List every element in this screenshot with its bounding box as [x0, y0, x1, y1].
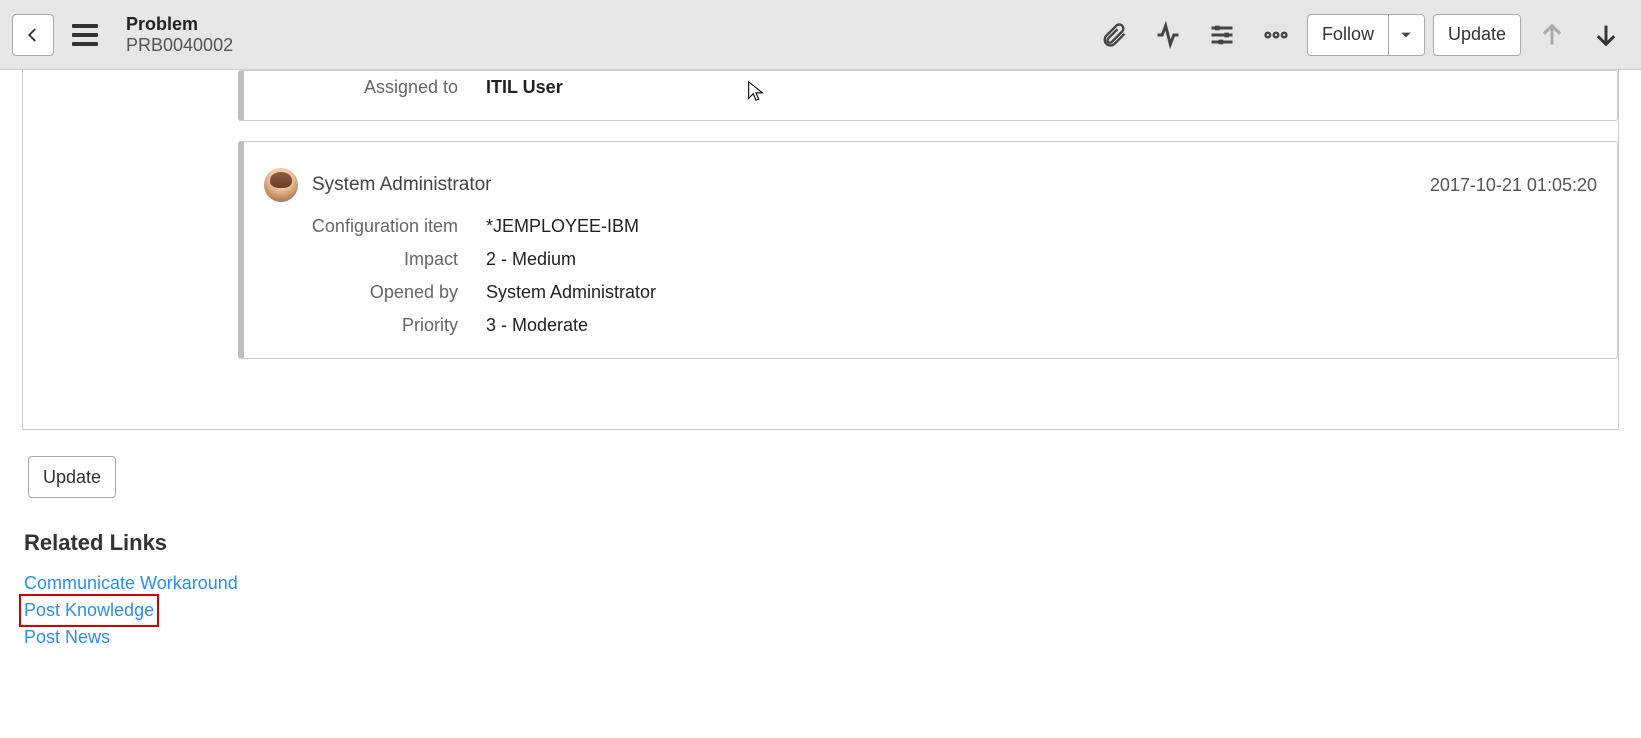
- main-scroll-area[interactable]: Assigned to ITIL User System Administrat…: [0, 70, 1641, 738]
- activity-icon: [1154, 21, 1182, 49]
- follow-button-group: Follow: [1307, 14, 1425, 56]
- back-button[interactable]: [12, 14, 54, 56]
- record-title-block: Problem PRB0040002: [126, 14, 233, 56]
- field-row-impact: Impact 2 - Medium: [264, 243, 1597, 276]
- field-value: *JEMPLOYEE-IBM: [486, 216, 639, 237]
- field-row-opened-by: Opened by System Administrator: [264, 276, 1597, 309]
- field-label: Configuration item: [264, 216, 486, 237]
- follow-button[interactable]: Follow: [1307, 14, 1389, 56]
- caret-down-icon: [1399, 28, 1413, 42]
- next-record-button[interactable]: [1583, 12, 1629, 58]
- paperclip-icon: [1100, 21, 1128, 49]
- previous-record-button[interactable]: [1529, 12, 1575, 58]
- field-label: Priority: [264, 315, 486, 336]
- attachment-button[interactable]: [1091, 12, 1137, 58]
- field-value: 3 - Moderate: [486, 315, 588, 336]
- more-options-button[interactable]: [1253, 12, 1299, 58]
- record-number: PRB0040002: [126, 35, 233, 56]
- related-links-heading: Related Links: [22, 530, 1619, 556]
- activity-timestamp: 2017-10-21 01:05:20: [1430, 175, 1597, 196]
- update-button[interactable]: Update: [1433, 14, 1521, 56]
- avatar: [264, 168, 298, 202]
- field-label: Impact: [264, 249, 486, 270]
- field-row-config-item: Configuration item *JEMPLOYEE-IBM: [264, 210, 1597, 243]
- arrow-down-icon: [1592, 21, 1620, 49]
- activity-header: System Administrator 2017-10-21 01:05:20: [264, 150, 1597, 210]
- activity-entry: System Administrator 2017-10-21 01:05:20…: [238, 141, 1618, 359]
- field-value: 2 - Medium: [486, 249, 576, 270]
- context-menu-button[interactable]: [72, 24, 98, 46]
- arrow-up-icon: [1538, 21, 1566, 49]
- update-button-bottom[interactable]: Update: [28, 456, 116, 498]
- field-label: Opened by: [264, 282, 486, 303]
- link-communicate-workaround[interactable]: Communicate Workaround: [22, 570, 240, 597]
- activity-user: System Administrator: [312, 174, 492, 196]
- record-type: Problem: [126, 14, 233, 35]
- field-value: System Administrator: [486, 282, 656, 303]
- header-bar: Problem PRB0040002 Follow Update: [0, 0, 1641, 70]
- link-post-news[interactable]: Post News: [22, 624, 112, 651]
- field-label: Assigned to: [264, 77, 486, 98]
- activity-stream-button[interactable]: [1145, 12, 1191, 58]
- field-row-assigned-to: Assigned to ITIL User: [264, 71, 1597, 104]
- field-value: ITIL User: [486, 77, 563, 98]
- form-section: Assigned to ITIL User System Administrat…: [22, 70, 1619, 430]
- chevron-left-icon: [24, 26, 42, 44]
- personalize-form-button[interactable]: [1199, 12, 1245, 58]
- sliders-icon: [1208, 21, 1236, 49]
- activity-entry-partial: Assigned to ITIL User: [238, 70, 1618, 121]
- field-row-priority: Priority 3 - Moderate: [264, 309, 1597, 342]
- more-horizontal-icon: [1262, 21, 1290, 49]
- follow-dropdown-button[interactable]: [1389, 14, 1425, 56]
- link-post-knowledge[interactable]: Post Knowledge: [22, 597, 156, 624]
